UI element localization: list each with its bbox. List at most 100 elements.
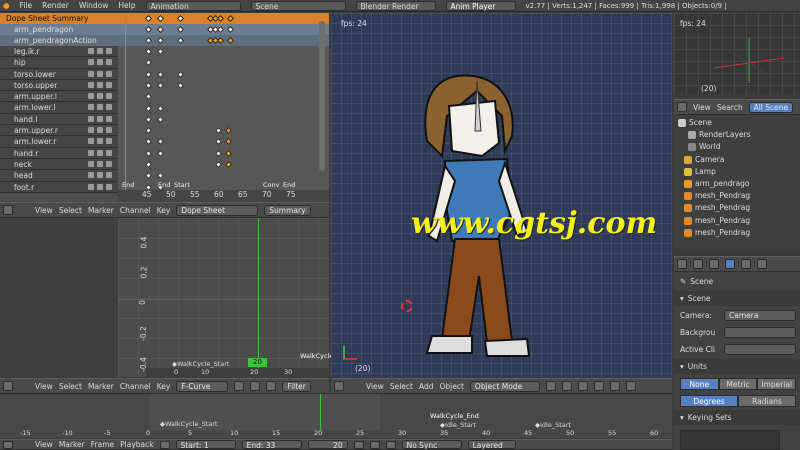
- scene-selector[interactable]: Scene: [250, 0, 346, 11]
- outliner-item[interactable]: Scene: [674, 117, 800, 129]
- pivot-icon[interactable]: [561, 381, 572, 391]
- keyframe[interactable]: [156, 149, 165, 157]
- keyframe[interactable]: [144, 172, 153, 180]
- 3d-cursor-icon[interactable]: [401, 300, 413, 312]
- keyframe[interactable]: [144, 149, 153, 157]
- menu-render[interactable]: Render: [42, 1, 69, 10]
- anim-player-button[interactable]: Anim Player: [445, 0, 516, 11]
- render-engine-select[interactable]: Blender Render: [355, 0, 436, 11]
- channel-icons[interactable]: [88, 138, 112, 145]
- ge-select-menu[interactable]: Select: [59, 382, 82, 391]
- keying-list[interactable]: [680, 430, 780, 450]
- tl-playback-menu[interactable]: Playback: [120, 440, 153, 449]
- keyframe[interactable]: [224, 160, 233, 169]
- render-tab-icon[interactable]: [693, 259, 703, 269]
- graph-marker-walk[interactable]: WalkCycle: [300, 352, 333, 360]
- outliner-item[interactable]: mesh_Pendrag: [674, 227, 800, 239]
- keyframe[interactable]: [156, 138, 165, 146]
- timeline-marker-start[interactable]: ◆WalkCycle_Start: [160, 420, 217, 428]
- marker-end-2[interactable]: End: [158, 181, 170, 189]
- keyframe[interactable]: [144, 70, 153, 78]
- world-tab-icon[interactable]: [741, 259, 751, 269]
- keyframe[interactable]: [144, 14, 153, 23]
- ds-marker-menu[interactable]: Marker: [88, 206, 114, 215]
- outliner-item[interactable]: Camera: [674, 154, 800, 166]
- manipulator-icon[interactable]: [577, 381, 588, 391]
- channel-row[interactable]: hip: [0, 57, 118, 69]
- scale-icon[interactable]: [625, 381, 636, 391]
- channel-icons[interactable]: [88, 59, 112, 66]
- outliner-item[interactable]: mesh_Pendrag: [674, 215, 800, 227]
- unit-radians[interactable]: Radians: [738, 394, 796, 407]
- current-frame-field[interactable]: 20: [307, 440, 348, 449]
- keyframe[interactable]: [156, 81, 165, 89]
- ge-channel-menu[interactable]: Channel: [120, 382, 151, 391]
- keyframe[interactable]: [224, 138, 233, 146]
- keyframe[interactable]: [144, 160, 153, 169]
- ds-select-menu[interactable]: Select: [59, 206, 82, 215]
- channel-row[interactable]: hand.l: [0, 114, 118, 126]
- outliner-item[interactable]: World: [674, 141, 800, 153]
- ol-display-select[interactable]: All Scene: [748, 101, 794, 113]
- keyframe[interactable]: [144, 25, 153, 34]
- vp-view-menu[interactable]: View: [366, 382, 384, 391]
- editor-type-icon[interactable]: [677, 259, 687, 269]
- active-clip-field[interactable]: [724, 344, 796, 355]
- keyframe[interactable]: [224, 127, 233, 135]
- scene-tab-icon[interactable]: [725, 259, 735, 269]
- channel-row[interactable]: arm.upper.r: [0, 125, 118, 137]
- channel-icons[interactable]: [88, 149, 112, 156]
- keyframe[interactable]: [144, 104, 153, 112]
- keying-panel-header[interactable]: ▾ Keying Sets: [674, 410, 800, 425]
- keying-layered-select[interactable]: Layered: [467, 440, 516, 449]
- keyframe[interactable]: [156, 25, 165, 34]
- keyframe[interactable]: [176, 36, 185, 45]
- ds-view-menu[interactable]: View: [35, 206, 53, 215]
- editor-type-icon[interactable]: [3, 440, 13, 449]
- channel-icons[interactable]: [88, 115, 112, 122]
- keyframe[interactable]: [216, 25, 225, 34]
- keyframe[interactable]: [144, 115, 153, 123]
- keyframe[interactable]: [176, 70, 185, 78]
- keyframe[interactable]: [144, 59, 153, 67]
- marker-start[interactable]: Start: [174, 181, 190, 189]
- vp-select-menu[interactable]: Select: [390, 382, 413, 391]
- outliner-item[interactable]: arm_pendrago: [674, 178, 800, 190]
- timeline-marker-idle-1[interactable]: ◆Idle_Start: [440, 421, 476, 429]
- channel-row[interactable]: foot.r: [0, 182, 118, 193]
- filter-icon[interactable]: [266, 381, 277, 391]
- keyframe[interactable]: [176, 14, 185, 23]
- mode-select[interactable]: Object Mode: [469, 380, 540, 392]
- tl-frame-menu[interactable]: Frame: [91, 440, 114, 449]
- shading-icon[interactable]: [545, 381, 556, 391]
- tl-view-menu[interactable]: View: [35, 440, 53, 449]
- outliner-item[interactable]: mesh_Pendrag: [674, 190, 800, 202]
- channel-icons[interactable]: [88, 160, 112, 167]
- channel-row[interactable]: arm.lower.r: [0, 136, 118, 148]
- units-panel-header[interactable]: ▾ Units: [674, 359, 800, 374]
- keyframe[interactable]: [156, 36, 165, 45]
- keyframe[interactable]: [156, 14, 165, 23]
- keyframe[interactable]: [226, 14, 235, 23]
- ds-mode-select[interactable]: Dope Sheet: [176, 204, 259, 216]
- end-frame-field[interactable]: End: 33: [241, 440, 302, 449]
- channel-icons[interactable]: [88, 93, 112, 100]
- keyframe[interactable]: [214, 160, 223, 169]
- keyframe[interactable]: [214, 149, 223, 157]
- ol-search-menu[interactable]: Search: [717, 103, 743, 112]
- channel-icons[interactable]: [88, 70, 112, 77]
- keyframe[interactable]: [214, 138, 223, 146]
- layers-tab-icon[interactable]: [709, 259, 719, 269]
- object-tab-icon[interactable]: [757, 259, 767, 269]
- keyframe[interactable]: [156, 104, 165, 112]
- timeline-marker-end[interactable]: WalkCycle_End: [430, 412, 479, 420]
- keyframe[interactable]: [224, 149, 233, 157]
- channel-row[interactable]: torso.upper: [0, 80, 118, 92]
- channel-icons[interactable]: [88, 104, 112, 111]
- layout-selector[interactable]: Animation: [145, 0, 241, 11]
- editor-type-icon[interactable]: [334, 381, 344, 391]
- vp-add-menu[interactable]: Add: [419, 382, 434, 391]
- channel-row[interactable]: leg.ik.r: [0, 46, 118, 58]
- record-icon[interactable]: [159, 440, 170, 449]
- 3d-viewport[interactable]: fps: 24 (20) www.cgtsj.com: [331, 13, 672, 377]
